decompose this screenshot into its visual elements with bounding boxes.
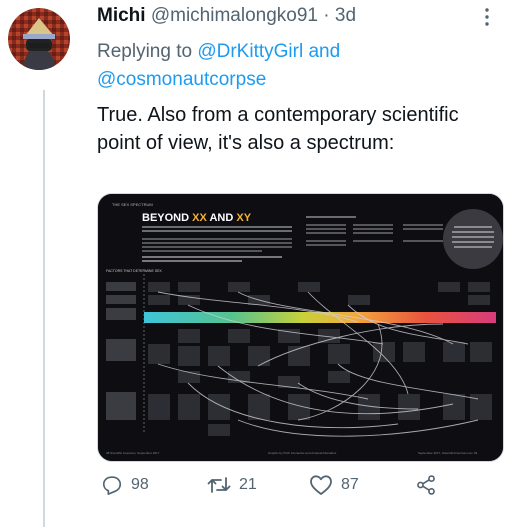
avatar-image <box>8 8 70 70</box>
tweet-header: Michi @michimalongko91 · 3d <box>97 5 356 27</box>
share-button[interactable] <box>415 474 437 496</box>
more-options-button[interactable] <box>476 6 498 33</box>
mention-conjunction: and <box>308 41 341 62</box>
share-icon <box>417 475 435 495</box>
infographic-title: BEYOND XX AND XY <box>142 212 252 224</box>
tweet-image[interactable]: THE SEX SPECTRUM BEYOND XX AND XY FACTOR… <box>97 193 504 462</box>
author-name[interactable]: Michi <box>97 5 146 26</box>
thread-line <box>43 90 45 527</box>
heart-icon <box>310 475 332 495</box>
avatar[interactable] <box>8 8 70 70</box>
reply-count: 98 <box>131 476 149 493</box>
tweet-text: True. Also from a contemporary scientifi… <box>97 104 459 154</box>
tweet-actions: 98 21 87 <box>97 474 497 506</box>
infographic-footer-center: Graphic by Pitch Interactive and Amanda … <box>268 451 337 455</box>
separator-dot: · <box>323 5 330 26</box>
reply-icon <box>102 476 122 495</box>
reply-button[interactable]: 98 <box>101 474 149 496</box>
infographic-footer-right: September 2017, ScientificAmerican.com 4… <box>418 451 478 455</box>
author-handle[interactable]: @michimalongko91 <box>151 5 318 26</box>
retweet-count: 21 <box>239 476 257 493</box>
replying-to-label: Replying to <box>97 41 193 62</box>
more-icon <box>485 8 489 26</box>
timestamp[interactable]: 3d <box>335 5 356 26</box>
mention-cosmonautcorpse[interactable]: @cosmonautcorpse <box>97 69 266 90</box>
like-count: 87 <box>341 476 359 493</box>
infographic-header-small: THE SEX SPECTRUM <box>112 202 153 207</box>
infographic-row-heading: FACTORS THAT DETERMINE SEX <box>106 269 162 273</box>
like-button[interactable]: 87 <box>309 474 359 496</box>
infographic: THE SEX SPECTRUM BEYOND XX AND XY FACTOR… <box>98 194 503 461</box>
infographic-footer-left: 48 Scientific American, September 2017 <box>106 451 160 455</box>
retweet-button[interactable]: 21 <box>207 474 257 496</box>
mention-drkittygirl[interactable]: @DrKittyGirl <box>197 41 303 62</box>
retweet-icon <box>207 477 231 493</box>
replying-to: Replying to @DrKittyGirl and @cosmonautc… <box>97 38 497 94</box>
